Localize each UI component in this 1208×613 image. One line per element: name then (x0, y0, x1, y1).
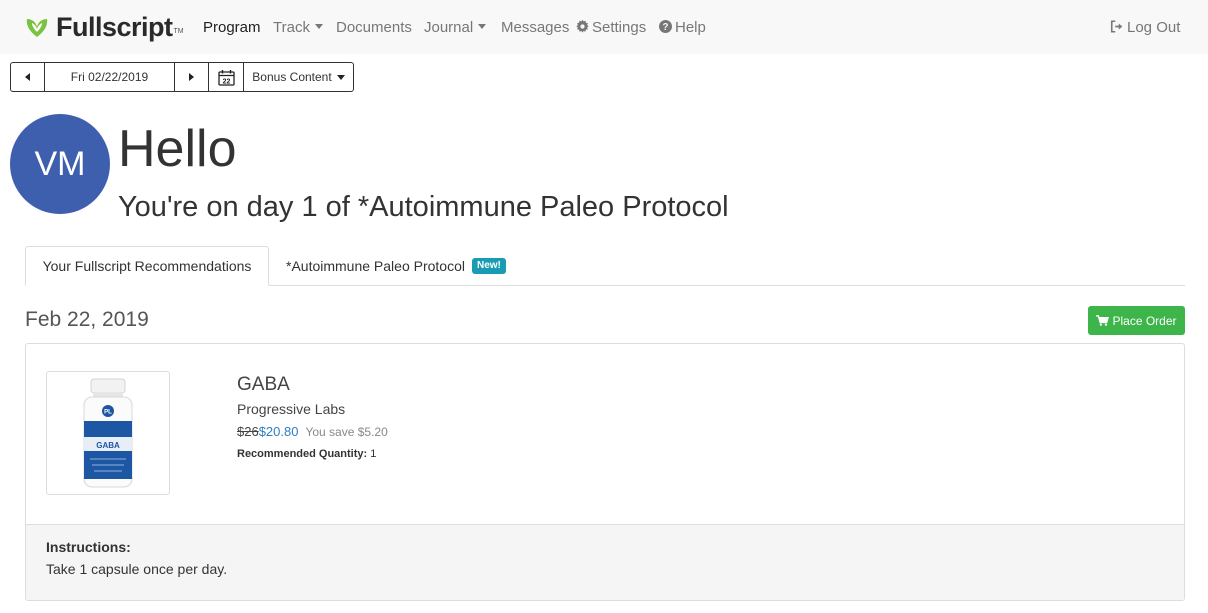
bottle-label-text: GABA (96, 441, 120, 450)
calendar-icon: 22 (217, 69, 235, 86)
current-date-display[interactable]: Fri 02/22/2019 (45, 63, 175, 91)
quantity-value: 1 (370, 448, 377, 460)
caret-right-icon (189, 73, 194, 81)
nav-journal[interactable]: Journal (424, 18, 487, 36)
logo-text: Fullscript (56, 11, 173, 42)
nav-logout-label: Log Out (1127, 18, 1181, 36)
chevron-down-icon (478, 24, 487, 30)
next-day-button[interactable] (175, 63, 209, 91)
avatar: VM (10, 114, 110, 214)
question-circle-icon: ? (659, 20, 672, 34)
product-image[interactable]: PL GABA (46, 371, 170, 495)
tab-fullscript-recommendations[interactable]: Your Fullscript Recommendations (25, 246, 269, 286)
logo-trademark: TM (173, 27, 184, 35)
product-card: PL GABA GABA Progressive Labs $26$20.80 Y… (25, 343, 1185, 601)
top-navbar: Fullscript TM Program Track Documents Jo… (0, 0, 1208, 54)
nav-track[interactable]: Track (273, 19, 323, 36)
previous-day-button[interactable] (11, 63, 45, 91)
nav-settings-label: Settings (592, 18, 647, 36)
nav-help[interactable]: ? Help (659, 19, 706, 36)
supplement-bottle-image: PL GABA (83, 378, 133, 488)
bonus-content-dropdown[interactable]: Bonus Content (244, 63, 353, 91)
product-brand: Progressive Labs (237, 401, 346, 417)
nav-track-label: Track (273, 18, 310, 36)
bottle-logo-text: PL (104, 410, 112, 416)
place-order-button[interactable]: Place Order (1088, 306, 1185, 335)
fullscript-logo[interactable]: Fullscript TM (24, 12, 184, 42)
shopping-cart-icon (1096, 315, 1110, 326)
product-name[interactable]: GABA (237, 374, 290, 396)
tab-autoimmune-paleo-protocol[interactable]: *Autoimmune Paleo Protocol New! (286, 246, 506, 286)
gear-icon (576, 20, 589, 33)
original-price: $26 (237, 424, 259, 439)
page-title: Hello (118, 120, 237, 178)
nav-program[interactable]: Program (203, 19, 261, 36)
savings-text: You save $5.20 (305, 425, 388, 439)
recommended-quantity: Recommended Quantity: 1 (237, 448, 376, 460)
nav-messages[interactable]: Messages (501, 19, 569, 36)
product-price: $26$20.80 You save $5.20 (237, 424, 388, 439)
bonus-content-label: Bonus Content (252, 70, 332, 84)
caret-left-icon (25, 73, 30, 81)
recommendation-date: Feb 22, 2019 (25, 308, 149, 331)
nav-settings[interactable]: Settings (576, 19, 646, 36)
chevron-down-icon (314, 24, 323, 30)
new-badge: New! (472, 258, 506, 274)
leaf-logo-icon (26, 19, 48, 37)
sign-out-icon (1110, 20, 1123, 33)
place-order-label: Place Order (1112, 313, 1177, 328)
chevron-down-icon (336, 74, 345, 80)
quantity-label: Recommended Quantity: (237, 448, 368, 460)
nav-journal-label: Journal (424, 18, 474, 36)
calendar-day-number: 22 (222, 78, 230, 85)
instructions-label: Instructions: (46, 539, 131, 555)
program-day-subtitle: You're on day 1 of *Autoimmune Paleo Pro… (118, 191, 729, 223)
nav-logout[interactable]: Log Out (1110, 19, 1180, 36)
nav-documents[interactable]: Documents (336, 19, 412, 36)
date-toolbar: Fri 02/22/2019 22 Bonus Content (10, 62, 354, 92)
instructions-text: Take 1 capsule once per day. (46, 561, 228, 577)
nav-help-label: Help (675, 18, 706, 36)
calendar-button[interactable]: 22 (209, 63, 244, 91)
discounted-price: $20.80 (258, 424, 299, 439)
tab-label: *Autoimmune Paleo Protocol (286, 258, 465, 274)
svg-text:?: ? (663, 22, 669, 33)
